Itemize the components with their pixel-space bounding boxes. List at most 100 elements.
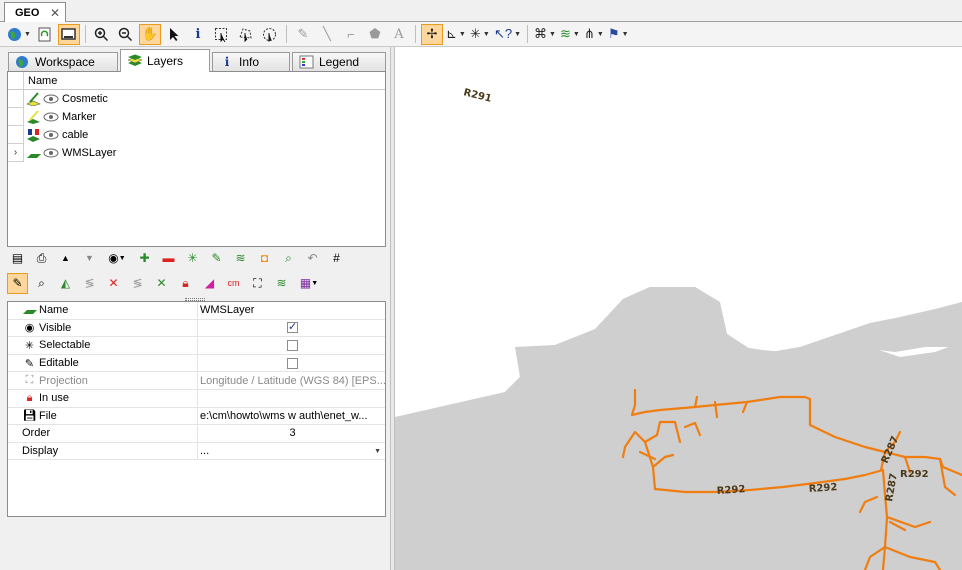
prop-row-file: 💾︎ File e:\cm\howto\wms w auth\enet_w... — [8, 407, 385, 426]
eye-icon: ◉ — [108, 251, 119, 265]
selectable-tool-button[interactable]: ✳ ▼ — [469, 24, 491, 45]
globe-menu-button[interactable]: ▼ — [6, 24, 32, 45]
prop-projection-value: Longitude / Latitude (WGS 84) [EPS... — [200, 374, 385, 387]
layer-properties-button[interactable]: ▤ — [7, 248, 28, 269]
move-up-button[interactable]: ▲ — [55, 248, 76, 269]
cm-export-button[interactable]: cm — [223, 273, 244, 294]
info-tool-button[interactable]: i — [187, 24, 209, 45]
ruler-button[interactable]: ⊾ ▼ — [445, 24, 467, 45]
road-label-r292-a: R292 — [716, 484, 745, 497]
autolabel-button[interactable]: ✎ — [7, 272, 28, 294]
cosmetic-layer-icon — [26, 92, 41, 106]
column-header-name[interactable]: Name — [24, 72, 57, 89]
node-edit-button[interactable]: ✎ — [292, 24, 314, 45]
properties-icon: ▤ — [11, 251, 24, 265]
pan-button[interactable]: ✋ — [138, 23, 161, 45]
numbering-button[interactable]: # — [326, 248, 347, 269]
layer-row-wmslayer[interactable]: › WMSLayer — [8, 144, 385, 162]
find-in-layer-button[interactable]: ⌕ — [31, 273, 52, 294]
eye-icon[interactable] — [43, 130, 59, 140]
refresh-button[interactable] — [34, 24, 56, 45]
draw-text-button[interactable]: A — [388, 24, 410, 45]
editable-checkbox[interactable] — [287, 357, 298, 369]
label-layer-button[interactable]: ✎ — [206, 248, 227, 269]
radius-select-icon — [263, 27, 277, 42]
clear-layer-icon: ≶ — [84, 276, 95, 290]
polyline-icon: ⌐ — [347, 26, 355, 42]
disabled-tool-icon: ≶ — [132, 276, 143, 290]
visible-checkbox[interactable] — [287, 320, 298, 334]
snap-button[interactable]: ✢ — [420, 23, 443, 45]
layer-row-cable[interactable]: cable — [8, 126, 385, 144]
prop-key: Order — [22, 427, 51, 440]
remove-layer-button[interactable]: ▬ — [158, 248, 179, 269]
layer-row-marker[interactable]: Marker — [8, 108, 385, 126]
thematic-button[interactable]: ◢ — [199, 273, 220, 294]
row-expander[interactable]: › — [8, 144, 24, 162]
clear-layer-button[interactable]: ≶ — [79, 273, 100, 294]
print-button[interactable]: ⎙ — [31, 248, 52, 269]
map-svg[interactable]: R291 R292 R292 R287 R292 R287 — [395, 47, 962, 570]
eye-icon[interactable] — [43, 112, 59, 122]
layer-name: WMSLayer — [62, 147, 117, 159]
stack-icon: ≋ — [276, 276, 287, 290]
selectable-checkbox[interactable] — [287, 339, 298, 351]
zoom-out-button[interactable] — [115, 24, 137, 45]
edit-layer-button[interactable]: ✕ — [151, 273, 172, 294]
map-canvas[interactable]: R291 R292 R292 R287 R292 R287 — [395, 47, 962, 570]
undo-button[interactable]: ↶ — [302, 248, 323, 269]
move-down-button[interactable]: ▼ — [79, 248, 100, 269]
eye-icon[interactable] — [43, 94, 59, 104]
asterisk-icon: ✳ — [24, 339, 35, 352]
selectable-layer-button[interactable]: ✳ — [182, 248, 203, 269]
layer-name: Marker — [62, 111, 97, 123]
rect-select-button[interactable] — [211, 24, 233, 45]
prop-name-value[interactable]: WMSLayer — [198, 302, 385, 319]
radius-select-button[interactable] — [259, 24, 281, 45]
screen-icon — [61, 27, 77, 40]
draw-polygon-button[interactable]: ⬟ — [364, 24, 386, 45]
ruler-icon: ⊾ — [446, 26, 457, 41]
tab-workspace[interactable]: Workspace — [8, 52, 118, 72]
zoom-to-layer-button[interactable]: ⌕ — [278, 248, 299, 269]
visibility-menu-button[interactable]: ◉ ▼ — [103, 248, 131, 269]
zoom-in-button[interactable] — [91, 24, 113, 45]
polygon-select-button[interactable] — [235, 24, 257, 45]
draw-line-button[interactable]: ╲ — [316, 24, 338, 45]
hash-icon: # — [333, 251, 340, 265]
prop-display-dropdown[interactable]: ... ▼ — [198, 443, 385, 460]
draw-polyline-button[interactable]: ⌐ — [340, 24, 362, 45]
lock-button[interactable]: 🔒︎ — [175, 273, 196, 294]
tab-layers[interactable]: Layers — [120, 49, 210, 72]
printer-icon: ⎙ — [36, 250, 47, 265]
close-icon[interactable]: ✕ — [50, 6, 60, 20]
select-button[interactable] — [163, 24, 185, 45]
view-mode-button[interactable] — [57, 23, 80, 45]
help-select-button[interactable]: ↖? ▼ — [493, 24, 522, 45]
toolbar-separator — [414, 25, 416, 43]
document-tab-geo[interactable]: GEO ✕ — [4, 2, 66, 23]
layer-row-cosmetic[interactable]: Cosmetic — [8, 90, 385, 108]
network-button[interactable]: ⋔ ▼ — [583, 24, 605, 45]
tab-info[interactable]: i Info — [212, 52, 290, 72]
disabled-tool-button[interactable]: ≶ — [127, 273, 148, 294]
layer-group-button[interactable]: ≋ — [230, 248, 251, 269]
lock-icon: 🔒︎ — [26, 391, 33, 404]
layer-control-button[interactable]: ≋ ▼ — [559, 24, 581, 45]
projection-button[interactable]: ⛶ — [247, 273, 268, 294]
unselect-layer-button[interactable]: ✕ — [103, 273, 124, 294]
tab-legend[interactable]: Legend — [292, 52, 386, 72]
prop-order-value[interactable]: 3 — [198, 425, 385, 442]
prop-file-value[interactable]: e:\cm\howto\wms w auth\enet_w... — [198, 408, 385, 425]
stack-layers-button[interactable]: ≋ — [271, 273, 292, 294]
select-in-layer-button[interactable]: ◭ — [55, 273, 76, 294]
eye-icon[interactable] — [43, 148, 59, 158]
find-button[interactable]: ⌘ ▼ — [533, 24, 557, 45]
layer-options-button[interactable]: ▦ ▼ — [295, 273, 323, 294]
map-tools-button[interactable]: ⚑ ▼ — [607, 24, 630, 45]
pin-icon: ✎ — [297, 26, 309, 41]
prop-row-in-use: 🔒︎ In use — [8, 389, 385, 408]
toolbar-separator — [285, 25, 287, 43]
cosmetic-toggle-button[interactable]: ◘ — [254, 248, 275, 269]
add-layer-button[interactable]: ✚ — [134, 248, 155, 269]
